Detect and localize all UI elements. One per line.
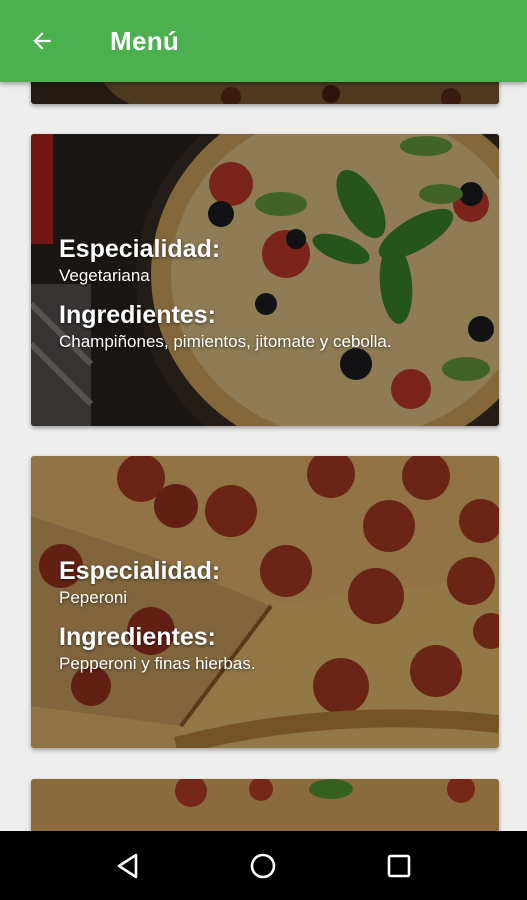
menu-card-partial-bottom[interactable] — [31, 779, 499, 831]
pizza-image — [31, 779, 499, 831]
specialty-value: Peperoni — [59, 588, 128, 607]
menu-list[interactable]: Especialidad: Vegetariana Ingredientes: … — [0, 82, 527, 831]
nav-home-button[interactable] — [233, 836, 293, 896]
ingredients-label: Ingredientes: — [59, 623, 216, 651]
square-recents-icon — [387, 854, 411, 877]
triangle-back-icon — [117, 853, 138, 878]
back-button[interactable] — [12, 11, 72, 71]
nav-recents-button[interactable] — [369, 836, 429, 896]
system-nav-bar — [0, 831, 527, 900]
pizza-image — [31, 82, 499, 104]
specialty-value: Vegetariana — [59, 266, 150, 285]
nav-back-button[interactable] — [98, 836, 158, 896]
card-text: Especialidad: Peperoni Ingredientes: Pep… — [59, 556, 256, 688]
ingredients-value: Champiñones, pimientos, jitomate y cebol… — [59, 332, 392, 351]
specialty-label: Especialidad: — [59, 557, 221, 585]
ingredients-label: Ingredientes: — [59, 301, 216, 329]
menu-card-partial-top[interactable] — [31, 82, 499, 104]
specialty-label: Especialidad: — [59, 235, 221, 263]
page-title: Menú — [110, 25, 180, 56]
circle-home-icon — [251, 853, 276, 878]
ingredients-value: Pepperoni y finas hierbas. — [59, 654, 256, 673]
menu-card-pepperoni[interactable]: Especialidad: Peperoni Ingredientes: Pep… — [31, 456, 499, 748]
app-bar: Menú — [0, 0, 527, 82]
menu-card-vegetarian[interactable]: Especialidad: Vegetariana Ingredientes: … — [31, 134, 499, 426]
arrow-back-icon — [33, 32, 51, 50]
card-text: Especialidad: Vegetariana Ingredientes: … — [59, 234, 392, 366]
